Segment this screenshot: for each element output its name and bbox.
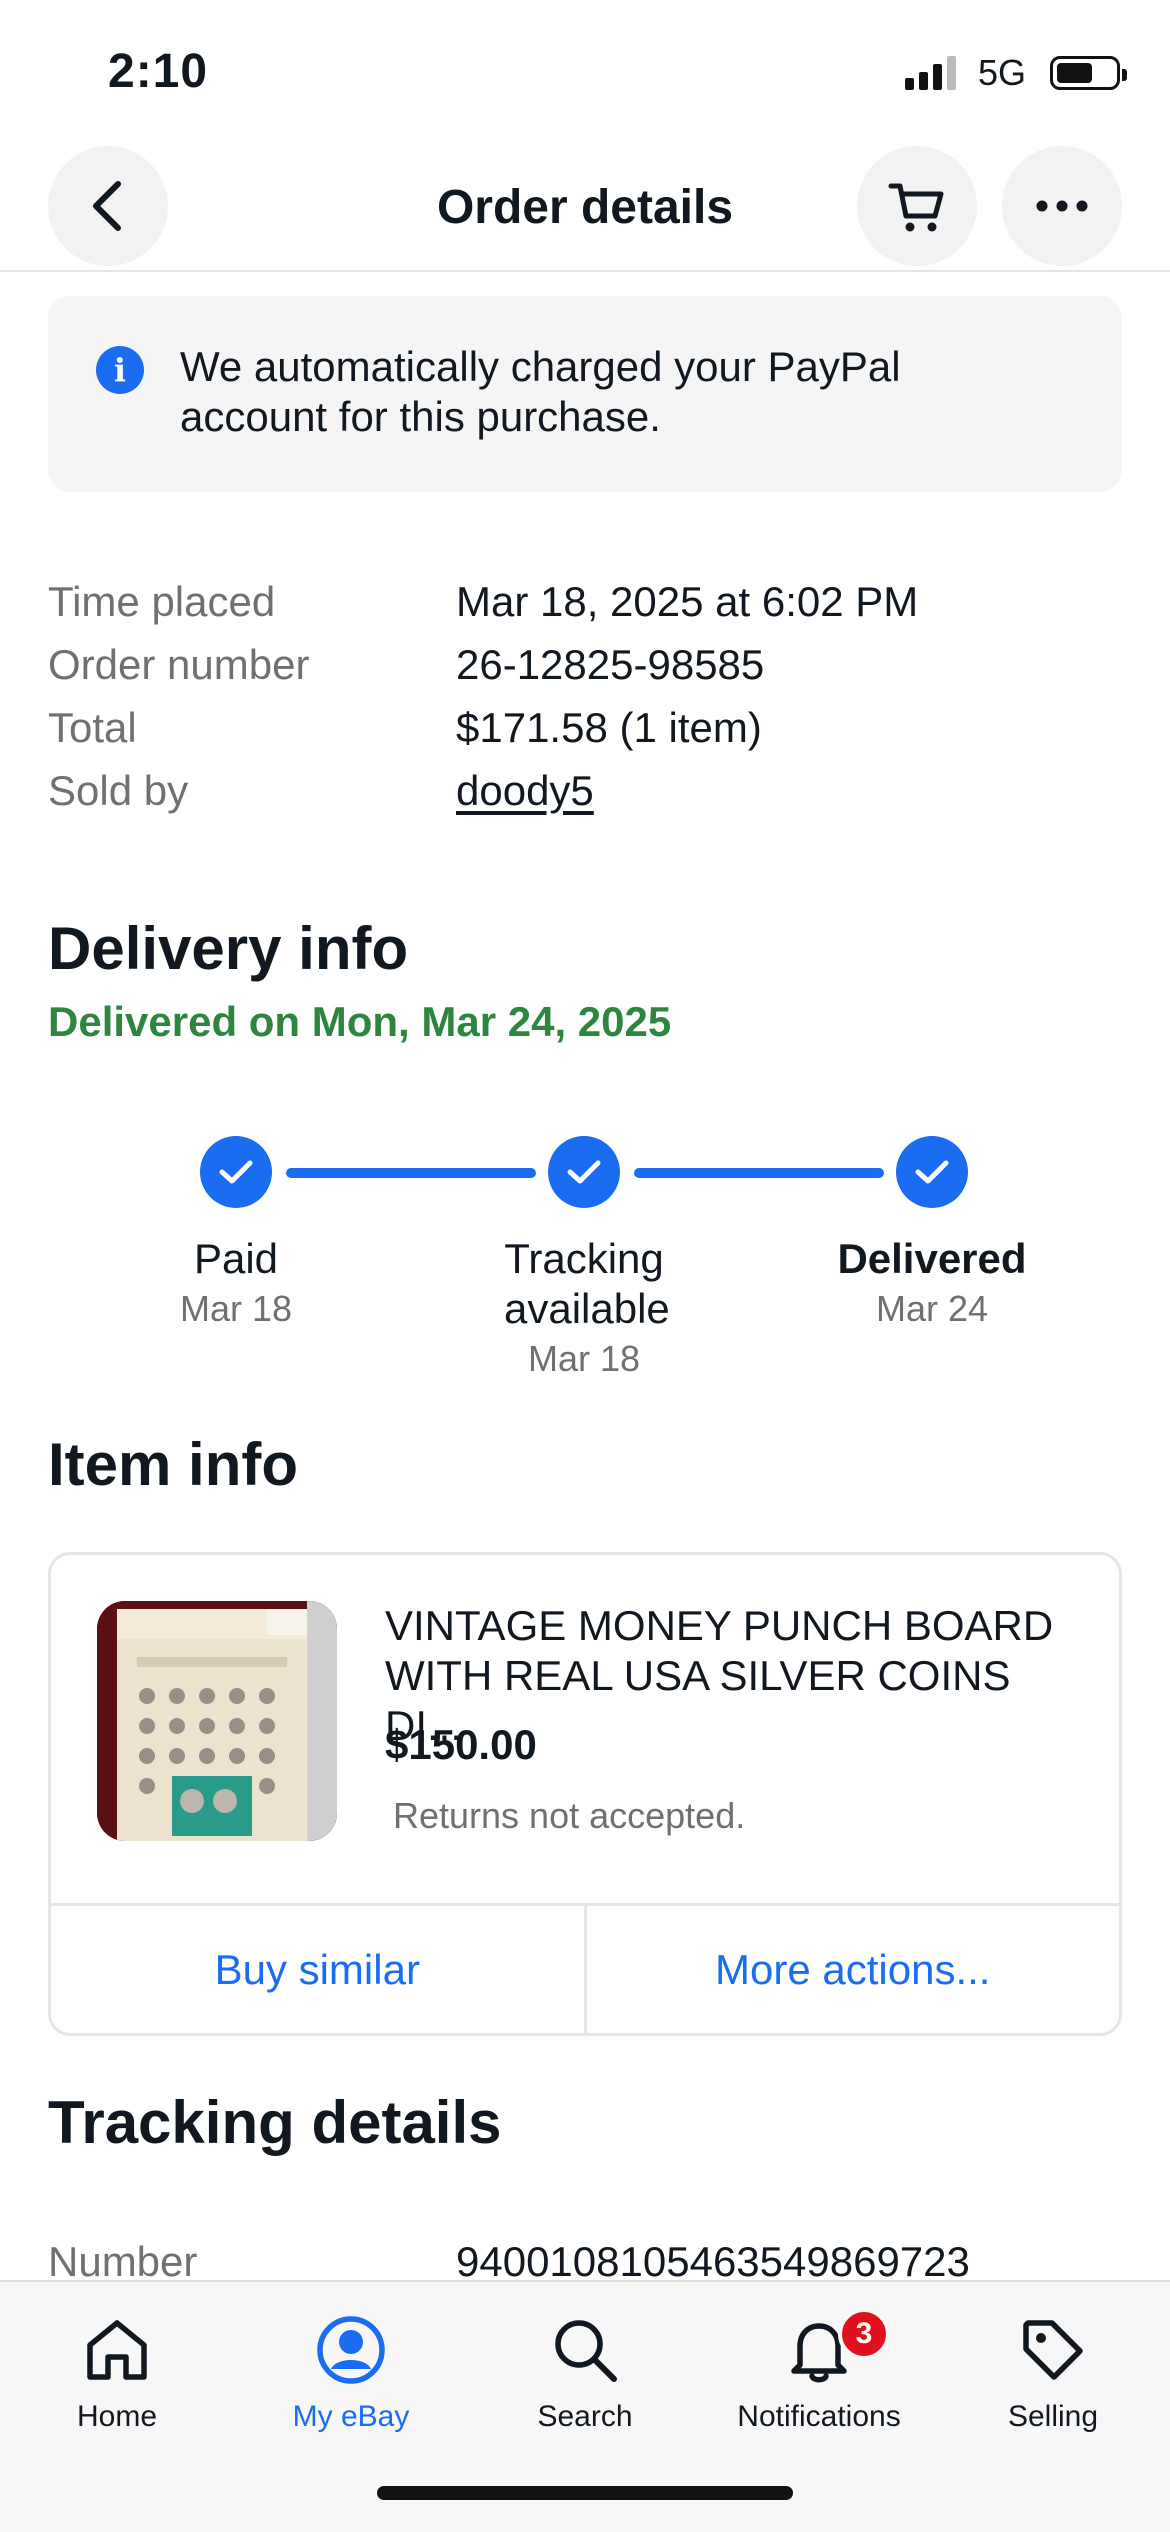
info-icon: i <box>96 346 144 394</box>
more-actions-button[interactable]: More actions... <box>583 1906 1120 2033</box>
order-value: $171.58 (1 item) <box>456 703 762 751</box>
home-icon <box>87 2320 147 2380</box>
profile-icon <box>317 2316 385 2384</box>
search-icon <box>555 2320 617 2382</box>
order-value: Mar 18, 2025 at 6:02 PM <box>456 577 919 625</box>
tab-selling[interactable]: Selling <box>936 2308 1170 2434</box>
step-label: Tracking available <box>504 1235 670 1332</box>
step-date: Mar 24 <box>875 1288 989 1329</box>
check-icon <box>896 1136 968 1208</box>
item-actions: Buy similar More actions... <box>51 1903 1119 2033</box>
step-date: Mar 18 <box>527 1338 641 1379</box>
step-date: Mar 18 <box>179 1288 293 1329</box>
tab-my-ebay[interactable]: My eBay <box>234 2308 468 2434</box>
step-label: Delivered <box>837 1235 1027 1282</box>
tab-label: Search <box>537 2400 633 2433</box>
item-price: $150.00 <box>385 1721 537 1768</box>
more-options-button[interactable] <box>1002 146 1122 266</box>
ellipsis-icon <box>1036 200 1088 212</box>
step-label: Paid <box>193 1235 279 1282</box>
status-bar: 2:10 5G <box>0 0 1170 140</box>
network-label: 5G <box>977 52 1026 93</box>
order-row-seller: Sold by doody5 <box>48 759 1122 822</box>
cart-icon <box>888 183 944 232</box>
step-paid: Paid Mar 18 <box>96 1234 376 1330</box>
delivery-progress: Paid Mar 18 Tracking available Mar 18 De… <box>0 1134 1170 1394</box>
buy-similar-button[interactable]: Buy similar <box>51 1906 584 2033</box>
delivery-status: Delivered on Mon, Mar 24, 2025 <box>48 998 672 1045</box>
cart-button[interactable] <box>857 146 977 266</box>
punch-board-image <box>97 1601 337 1841</box>
order-label: Total <box>48 703 137 751</box>
banner-text: We automatically charged your PayPal acc… <box>180 343 901 440</box>
tracking-number-row: Number 9400108105463549869723 <box>48 2238 970 2286</box>
step-delivered: Delivered Mar 24 <box>792 1234 1072 1330</box>
progress-line <box>286 1168 536 1178</box>
top-nav: Order details <box>0 140 1170 272</box>
signal-icon <box>904 56 956 90</box>
payment-info-banner: i We automatically charged your PayPal a… <box>48 296 1122 492</box>
returns-policy: Returns not accepted. <box>393 1795 746 1836</box>
tracking-details-heading: Tracking details <box>48 2089 502 2156</box>
tracking-label: Number <box>48 2238 198 2285</box>
tab-label: Home <box>76 2400 158 2433</box>
page-title: Order details <box>436 181 734 234</box>
item-card: VINTAGE MONEY PUNCH BOARD WITH REAL USA … <box>48 1552 1122 2036</box>
notification-badge: 3 <box>838 2308 890 2360</box>
status-indicators: 5G <box>904 52 1127 94</box>
home-indicator[interactable] <box>377 2486 793 2500</box>
check-icon <box>548 1136 620 1208</box>
order-label: Order number <box>48 640 310 688</box>
tab-label: Selling <box>1007 2400 1099 2433</box>
order-row-total: Total $171.58 (1 item) <box>48 696 1122 759</box>
tracking-number[interactable]: 9400108105463549869723 <box>456 2238 970 2286</box>
step-tracking: Tracking available Mar 18 <box>444 1234 724 1380</box>
tab-home[interactable]: Home <box>0 2308 234 2434</box>
order-row-time: Time placed Mar 18, 2025 at 6:02 PM <box>48 570 1122 633</box>
order-label: Time placed <box>48 577 276 625</box>
tab-label: My eBay <box>292 2400 410 2433</box>
tab-search[interactable]: Search <box>468 2308 702 2434</box>
tag-icon <box>1023 2320 1083 2380</box>
battery-icon <box>1050 56 1127 90</box>
delivery-info-heading: Delivery info <box>48 915 409 982</box>
tab-notifications[interactable]: 3 Notifications <box>702 2308 936 2434</box>
order-label: Sold by <box>48 766 189 814</box>
check-icon <box>200 1136 272 1208</box>
order-summary: Time placed Mar 18, 2025 at 6:02 PM Orde… <box>48 570 1122 822</box>
seller-link[interactable]: doody5 <box>456 767 594 815</box>
item-thumbnail[interactable] <box>97 1601 337 1841</box>
order-row-number: Order number 26-12825-98585 <box>48 633 1122 696</box>
progress-line <box>634 1168 884 1178</box>
status-time: 2:10 <box>108 45 209 98</box>
tab-label: Notifications <box>737 2400 901 2433</box>
item-info-heading: Item info <box>48 1431 298 1498</box>
order-value: 26-12825-98585 <box>456 640 765 688</box>
